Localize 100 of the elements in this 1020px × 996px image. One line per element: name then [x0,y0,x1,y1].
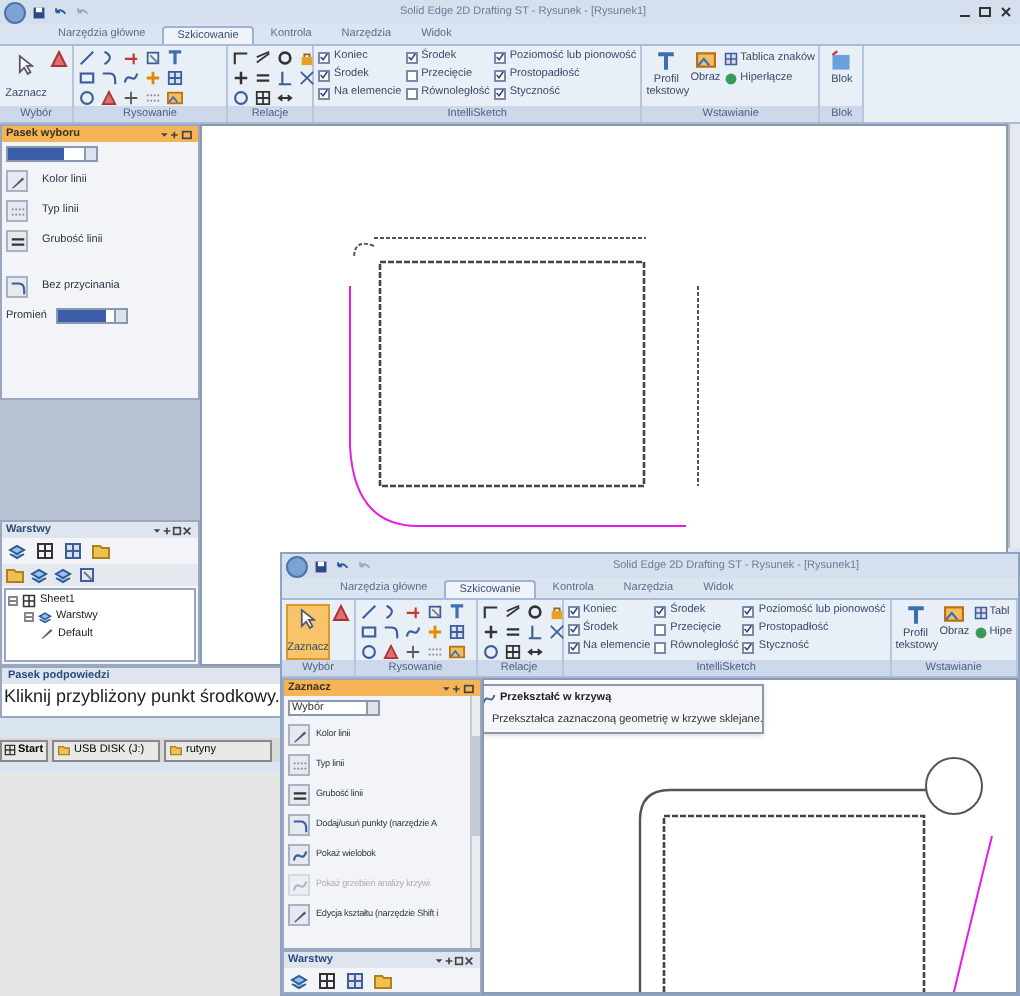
trim-icon[interactable] [122,50,140,66]
circle-icon[interactable] [481,644,500,660]
text-icon[interactable] [905,604,926,628]
table-icon[interactable] [64,542,82,560]
panel-controls-icon[interactable] [158,129,194,139]
arrow-icon[interactable] [276,90,294,106]
cross-icon[interactable] [122,90,140,106]
symmetry-icon[interactable] [547,624,566,640]
connect-icon[interactable] [232,50,250,66]
checkbox[interactable] [654,623,667,635]
dropdown[interactable] [56,308,129,325]
offset-icon[interactable] [144,50,162,66]
expander[interactable] [8,595,18,606]
tool-button[interactable] [6,276,28,298]
globe-icon[interactable] [724,71,739,86]
text-icon[interactable] [448,604,466,620]
arrow-icon[interactable] [525,644,544,660]
grid-icon[interactable] [503,644,522,660]
curve-icon[interactable] [404,624,422,640]
plus-icon[interactable] [481,624,500,640]
checkbox[interactable] [742,623,755,635]
perpendicular-icon[interactable] [525,624,544,640]
circle-icon[interactable] [360,644,378,660]
save-icon[interactable] [32,5,46,19]
lock-icon[interactable] [547,604,566,620]
folder-icon[interactable] [6,566,24,584]
plus-icon[interactable] [232,70,250,86]
checkbox[interactable] [405,87,418,99]
rectangle-icon[interactable] [360,624,378,640]
checkbox[interactable] [654,641,667,653]
tool-button[interactable] [288,904,310,926]
line-icon[interactable] [360,604,378,620]
curve-icon[interactable] [122,70,140,86]
image-icon[interactable] [448,644,466,660]
checkbox[interactable] [493,69,506,81]
tangent-icon[interactable] [254,50,272,66]
table-icon[interactable] [448,624,466,640]
text-icon[interactable] [656,50,677,74]
symmetry-icon[interactable] [298,70,316,86]
table-icon[interactable] [346,972,364,990]
tool-button[interactable] [288,814,310,836]
app-menu-button[interactable] [4,1,26,23]
layer-icon[interactable] [290,972,308,990]
pattern-icon[interactable] [144,90,162,106]
table-icon[interactable] [973,605,988,620]
circle-icon[interactable] [78,90,96,106]
line-icon[interactable] [78,50,96,66]
tangent-icon[interactable] [503,604,522,620]
panel-controls-icon[interactable] [150,525,194,535]
text-icon[interactable] [166,50,184,66]
undo-icon[interactable] [334,559,350,573]
table-icon[interactable] [724,51,739,66]
equal-icon[interactable] [503,624,522,640]
folder-icon[interactable] [374,972,392,990]
checkbox[interactable] [742,605,755,617]
checkbox[interactable] [318,69,330,81]
ring-icon[interactable] [525,604,544,620]
tool-button[interactable] [6,170,28,192]
offset-icon[interactable] [78,566,96,584]
fillet-icon[interactable] [100,70,118,86]
grid-icon[interactable] [36,542,54,560]
checkbox[interactable] [493,87,506,99]
cross-icon[interactable] [404,644,422,660]
image-icon[interactable] [693,50,718,70]
layer-icon[interactable] [54,566,72,584]
tool-button[interactable] [288,844,310,866]
checkbox[interactable] [318,51,330,63]
folder-icon[interactable] [92,542,110,560]
panel-controls-icon[interactable] [440,683,476,693]
image-icon[interactable] [942,604,967,624]
image-icon[interactable] [166,90,184,106]
checkbox[interactable] [405,51,418,63]
save-icon[interactable] [314,559,328,573]
circle-icon[interactable] [232,90,250,106]
offset-icon[interactable] [426,604,444,620]
undo-icon[interactable] [52,5,68,19]
checkbox[interactable] [654,605,667,617]
globe-icon[interactable] [973,625,988,640]
tool-button[interactable] [288,724,310,746]
grid-icon[interactable] [318,972,336,990]
lock-icon[interactable] [298,50,316,66]
scrollbar[interactable] [1008,124,1020,548]
rectangle-icon[interactable] [78,70,96,86]
expander[interactable] [24,611,34,622]
tool-button[interactable] [288,784,310,806]
layer-icon[interactable] [30,566,48,584]
pattern-icon[interactable] [426,644,444,660]
grid-icon[interactable] [254,90,272,106]
tool-button[interactable] [6,230,28,252]
panel-controls-icon[interactable] [432,955,476,965]
table-icon[interactable] [166,70,184,86]
checkbox[interactable] [742,641,755,653]
trim-icon[interactable] [404,604,422,620]
ring-icon[interactable] [276,50,294,66]
fillet-icon[interactable] [382,624,400,640]
checkbox[interactable] [567,641,580,653]
block-icon[interactable] [830,50,853,72]
perpendicular-icon[interactable] [276,70,294,86]
scrollbar[interactable] [470,696,480,948]
checkbox[interactable] [493,51,506,63]
